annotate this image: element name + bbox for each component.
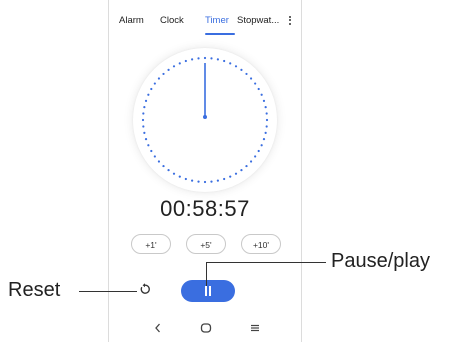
add-5-minutes-button[interactable]: +5'	[186, 234, 226, 254]
dial-dot	[167, 68, 170, 71]
pause-play-annotation-line	[206, 262, 326, 263]
timer-display: 00:58:57	[160, 196, 250, 221]
dial-dot	[153, 82, 156, 85]
pause-play-annotation-line	[206, 262, 207, 286]
dial-dot	[142, 125, 145, 128]
reset-icon[interactable]	[137, 281, 153, 297]
dial-dot	[223, 177, 226, 181]
dial-dot	[210, 180, 213, 183]
more-vert-icon[interactable]	[286, 14, 294, 28]
dial-dot	[143, 106, 146, 109]
dial-dot	[144, 99, 148, 102]
timer-dial	[133, 48, 277, 192]
dial-dot	[178, 62, 181, 65]
dial-dot	[172, 65, 176, 68]
dial-dot	[234, 65, 238, 68]
reset-annotation-label: Reset	[8, 279, 61, 301]
dial-dot	[265, 118, 269, 122]
tab-clock[interactable]: Clock	[160, 15, 184, 26]
tab-bar: Alarm Clock Timer Stopwat...	[109, 0, 301, 40]
dial-dot	[142, 112, 145, 115]
dial-dot	[254, 155, 257, 158]
dial-dot	[197, 180, 200, 183]
home-icon[interactable]	[200, 322, 212, 334]
active-tab-indicator	[205, 33, 235, 35]
dial-dot	[245, 72, 248, 76]
dial-dot	[265, 112, 268, 115]
pause-icon	[209, 286, 211, 296]
dial-dot	[178, 175, 181, 178]
dial-dot	[264, 131, 267, 134]
dial-dot	[157, 77, 161, 80]
tab-stopwatch[interactable]: Stopwat...	[237, 15, 279, 26]
pause-icon	[205, 286, 207, 296]
dial-dot	[184, 177, 187, 181]
dial-dot	[210, 57, 213, 60]
dial-dot	[191, 179, 194, 182]
dial-dot	[229, 62, 232, 65]
dial-dot	[184, 59, 187, 63]
dial-dot	[240, 68, 243, 71]
dial-dot	[260, 144, 263, 147]
dial-dot	[143, 131, 146, 134]
dial-dot	[147, 93, 150, 96]
dial-dot	[197, 57, 200, 60]
dial-dot	[260, 93, 263, 96]
dial-dot	[262, 138, 266, 141]
dial-dot	[257, 87, 260, 91]
dial-dot	[264, 106, 267, 109]
dial-dot	[157, 160, 161, 163]
dial-dot	[162, 164, 165, 168]
pause-play-annotation-label: Pause/play	[331, 250, 430, 272]
tab-alarm[interactable]: Alarm	[119, 15, 144, 26]
pause-button[interactable]	[181, 280, 235, 302]
dial-dot	[153, 155, 156, 158]
dial-dot	[167, 169, 170, 172]
reset-annotation-line	[79, 291, 137, 292]
phone-screen: Alarm Clock Timer Stopwat... 00:58:57 +1…	[108, 0, 302, 342]
dial-dot	[150, 87, 153, 91]
dial-dot	[240, 169, 243, 172]
dial-dot	[147, 144, 150, 147]
dial-dot	[203, 56, 207, 60]
dial-dot	[216, 179, 219, 182]
dial-dot	[234, 172, 238, 175]
add-1-minute-button[interactable]: +1'	[131, 234, 171, 254]
dial-dot	[191, 58, 194, 61]
dial-dot	[265, 125, 268, 128]
recents-icon[interactable]	[249, 322, 261, 334]
dial-dot	[229, 175, 232, 178]
dial-dot	[203, 180, 207, 184]
dial-dot	[249, 77, 253, 80]
dial-dot	[257, 149, 260, 153]
dial-dot	[150, 149, 153, 153]
dial-dot	[254, 82, 257, 85]
dial-dot	[249, 160, 253, 163]
dial-dot	[216, 58, 219, 61]
dial-dot	[223, 59, 226, 63]
dial-dot	[245, 164, 248, 168]
dial-dot	[141, 118, 145, 122]
dial-dot	[162, 72, 165, 76]
add-10-minutes-button[interactable]: +10'	[241, 234, 281, 254]
timer-progress-ring	[141, 56, 269, 184]
tab-timer[interactable]: Timer	[205, 15, 229, 26]
timer-hand-pivot	[203, 115, 207, 119]
dial-dot	[172, 172, 176, 175]
dial-dot	[144, 138, 148, 141]
back-icon[interactable]	[153, 322, 163, 334]
dial-dot	[262, 99, 266, 102]
